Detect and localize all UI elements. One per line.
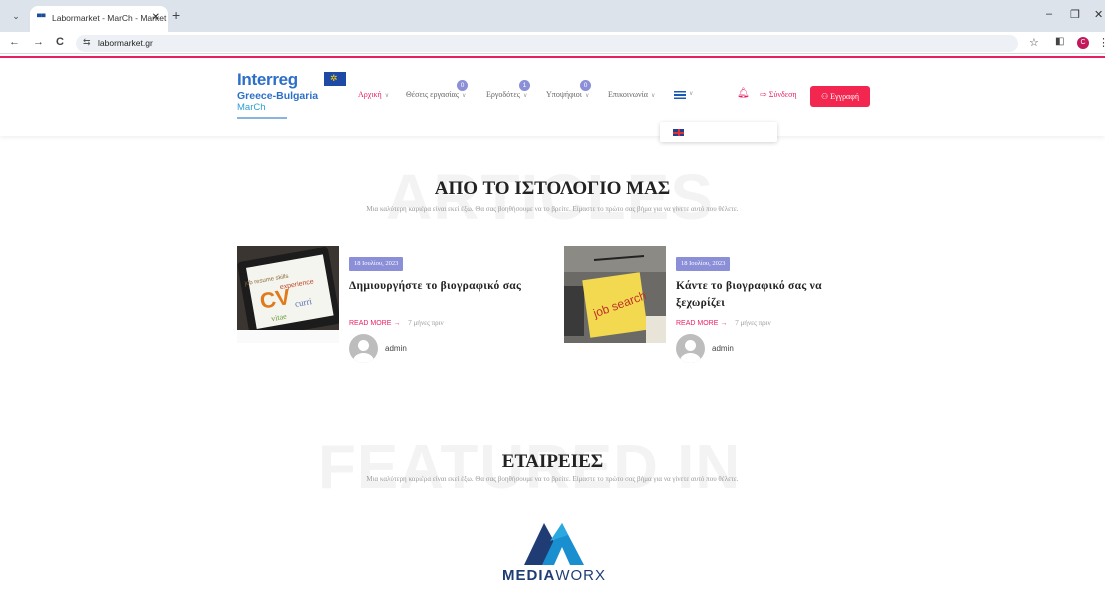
restore-button[interactable]: ❐ <box>1070 8 1080 21</box>
blog-section-subtitle: Μια καλύτερη καριέρα είναι εκεί έξω. Θα … <box>366 205 739 213</box>
author-name[interactable]: admin <box>712 344 734 353</box>
author-name[interactable]: admin <box>385 344 407 353</box>
mediaworx-wordmark: MEDIAWORX <box>501 567 606 584</box>
read-more-link[interactable]: READ MORE → <box>349 320 400 327</box>
notification-bell-icon[interactable]: 🔔︎ <box>737 88 750 99</box>
tab-close-icon[interactable]: ✕ <box>152 12 160 23</box>
nav-item-contact[interactable]: Επικοινωνία ∨ <box>608 90 655 99</box>
read-more-link[interactable]: READ MORE → <box>676 320 727 327</box>
nav-item-candidates[interactable]: Υποψήφιοι ∨ <box>546 90 589 99</box>
mediaworx-mark-icon <box>524 523 584 565</box>
nav-item-employers[interactable]: Εργοδότες ∨ <box>486 90 527 99</box>
bookmark-star-icon[interactable]: ☆ <box>1029 36 1039 49</box>
user-plus-icon: ⚇ <box>820 92 831 101</box>
close-window-button[interactable]: ✕ <box>1094 8 1103 21</box>
chevron-down-icon: ∨ <box>384 93 390 99</box>
chevron-down-icon: ∨ <box>584 93 590 99</box>
post-meta: READ MORE → 7 μήνες πριν <box>349 319 444 327</box>
browser-tab[interactable]: ▀▀ Labormarket - MarCh - Market ✕ <box>30 6 168 32</box>
blog-section-title: ΑΠΟ ΤΟ ΙΣΤΟΛΟΓΙΟ ΜΑΣ <box>434 178 671 199</box>
profile-avatar[interactable]: C <box>1077 37 1089 49</box>
browser-menu-icon[interactable]: ⋮ <box>1098 36 1105 49</box>
logo-tagline-line <box>237 117 287 119</box>
author-avatar[interactable] <box>349 334 378 363</box>
mediaworx-company-logo[interactable]: MEDIAWORX <box>484 515 624 585</box>
chevron-down-icon: ∨ <box>522 93 528 99</box>
login-arrow-icon: ⇨ <box>760 90 769 99</box>
address-bar[interactable]: ⇆ labormarket.gr <box>76 35 1018 52</box>
forward-button[interactable]: → <box>33 36 44 48</box>
nav-item-jobs[interactable]: Θέσεις εργασίας ∨ <box>406 90 466 99</box>
register-button[interactable]: ⚇ Εγγραφή <box>810 86 870 107</box>
post-thumbnail[interactable]: job search <box>564 246 666 343</box>
uk-flag-icon[interactable] <box>673 129 684 136</box>
post-date-badge: 18 Ιουλίου, 2023 <box>676 257 731 271</box>
browser-toolbar: ← → C ⇆ labormarket.gr ☆ ◧ ⋮ <box>0 32 1105 54</box>
author-avatar[interactable] <box>676 334 705 363</box>
reload-button[interactable]: C <box>56 36 64 48</box>
back-button[interactable]: ← <box>9 36 20 48</box>
tab-title: Labormarket - MarCh - Market <box>52 13 167 23</box>
post-meta: READ MORE → 7 μήνες πριν <box>676 319 771 327</box>
blog-post-card: job resume skills experience CV curri vi… <box>237 246 557 366</box>
tab-search-chevron-icon[interactable]: ⌄ <box>8 8 24 24</box>
greek-flag-icon[interactable] <box>674 91 686 99</box>
minimize-button[interactable]: – <box>1046 8 1052 20</box>
logo-interreg: Interreg <box>237 70 298 89</box>
companies-section-title: ΕΤΑΙΡΕΙΕΣ <box>501 451 604 472</box>
login-link[interactable]: ⇨ Σύνδεση <box>760 90 797 99</box>
site-info-icon[interactable]: ⇆ <box>83 37 91 48</box>
chevron-down-icon: ∨ <box>462 93 467 99</box>
chevron-down-icon: ∨ <box>650 93 656 99</box>
companies-section-subtitle: Μια καλύτερη καριέρα είναι εκεί έξω. Θα … <box>366 475 739 483</box>
url-text[interactable]: labormarket.gr <box>98 38 153 48</box>
post-thumbnail[interactable]: job resume skills experience CV curri vi… <box>237 246 339 343</box>
post-age: 7 μήνες πριν <box>735 319 771 327</box>
logo-greece-bulgaria: Greece-Bulgaria <box>237 90 319 102</box>
post-age: 7 μήνες πριν <box>408 319 444 327</box>
nav-item-home[interactable]: Αρχική ∨ <box>358 90 389 99</box>
side-panel-icon[interactable]: ◧ <box>1055 36 1064 47</box>
site-logo[interactable]: Interreg ✲ Greece-Bulgaria MarCh <box>237 70 357 130</box>
svg-text:CV: CV <box>258 284 293 314</box>
eu-flag-icon: ✲ <box>324 72 346 86</box>
post-date-badge: 18 Ιουλίου, 2023 <box>349 257 404 271</box>
language-chevron-down-icon[interactable]: ∨ <box>689 90 693 97</box>
blog-post-card: job search 18 Ιουλίου, 2023 Κάντε το βιο… <box>564 246 884 366</box>
post-title[interactable]: Κάντε το βιογραφικό σας να ξεχωρίζει <box>676 278 866 312</box>
browser-tab-bar: ⌄ ▀▀ Labormarket - MarCh - Market ✕ + – … <box>0 0 1105 32</box>
post-title[interactable]: Δημιουργήστε το βιογραφικό σας <box>349 278 539 295</box>
site-favicon-icon: ▀▀ <box>37 15 46 21</box>
language-dropdown <box>660 122 777 142</box>
logo-march: MarCh <box>237 102 266 113</box>
new-tab-button[interactable]: + <box>172 7 180 23</box>
